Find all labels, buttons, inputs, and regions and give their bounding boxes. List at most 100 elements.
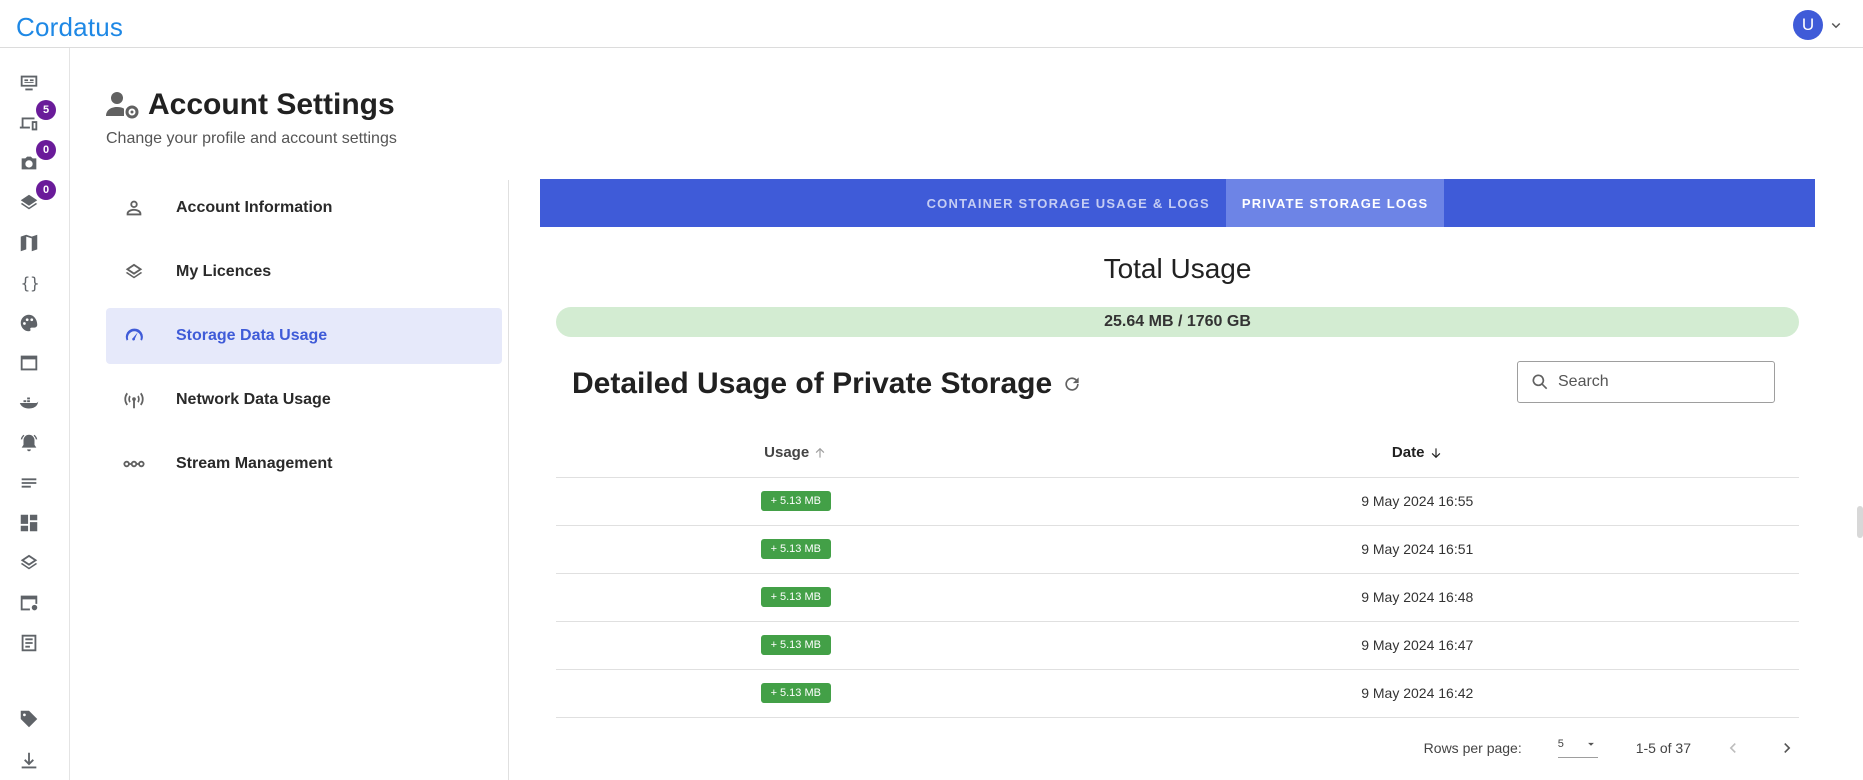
download-icon[interactable]: [16, 748, 42, 774]
nav-label: My Licences: [176, 263, 272, 280]
usage-value: 5.13 MB: [780, 639, 821, 651]
usage-cell: +5.13 MB: [556, 573, 1036, 622]
user-menu[interactable]: U: [1793, 10, 1845, 40]
palette-icon[interactable]: [16, 310, 42, 336]
date-cell: 9 May 2024 16:55: [1035, 477, 1799, 526]
storage-content: CONTAINER STORAGE USAGE & LOGS PRIVATE S…: [540, 179, 1815, 760]
layers-icon[interactable]: 0: [16, 180, 56, 216]
stack-icon[interactable]: [16, 550, 42, 576]
detail-title-text: Detailed Usage of Private Storage: [572, 367, 1053, 400]
column-header-date[interactable]: Date: [1035, 429, 1799, 478]
usage-value: 5.13 MB: [780, 495, 821, 507]
table-row: +5.13 MB 9 May 2024 16:47: [556, 621, 1799, 670]
lines-icon[interactable]: [16, 470, 42, 496]
table-row: +5.13 MB 9 May 2024 16:42: [556, 669, 1799, 718]
avatar[interactable]: U: [1793, 10, 1823, 40]
chevron-down-icon[interactable]: [1827, 16, 1845, 34]
nav-label: Storage Data Usage: [176, 327, 328, 344]
code-braces-icon[interactable]: {}: [16, 270, 42, 296]
tag-icon[interactable]: [16, 706, 42, 732]
nav-label: Account Information: [176, 199, 333, 216]
settings-nav: Account Information My Licences Storage …: [106, 180, 502, 500]
refresh-icon[interactable]: [1062, 374, 1082, 394]
usage-value: 5.13 MB: [780, 687, 821, 699]
page-range: 1-5 of 37: [1635, 739, 1691, 756]
tab-private-storage[interactable]: PRIVATE STORAGE LOGS: [1225, 179, 1445, 227]
nav-item-storage-data-usage[interactable]: Storage Data Usage: [106, 308, 502, 364]
usage-chip: +5.13 MB: [760, 539, 831, 559]
divider: [508, 180, 509, 780]
page-title: Account Settings: [148, 88, 395, 121]
dashboard-icon[interactable]: [16, 510, 42, 536]
search-field[interactable]: [1517, 361, 1775, 403]
search-input[interactable]: [1558, 373, 1758, 391]
plus-icon: +: [770, 639, 777, 651]
usage-chip: +5.13 MB: [760, 587, 831, 607]
plus-icon: +: [770, 591, 777, 603]
date-cell: 9 May 2024 16:47: [1035, 621, 1799, 670]
total-usage-value: 25.64 MB / 1760 GB: [1104, 313, 1251, 330]
rows-per-page-value: 5: [1557, 738, 1564, 750]
column-label: Date: [1391, 444, 1425, 462]
date-cell: 9 May 2024 16:42: [1035, 669, 1799, 718]
search-icon: [1532, 374, 1548, 390]
nav-item-account-information[interactable]: Account Information: [106, 180, 502, 236]
devices-icon[interactable]: 5: [16, 100, 56, 136]
arrow-up-icon: [816, 448, 825, 458]
page-subtitle: Change your profile and account settings: [106, 130, 397, 147]
date-cell: 9 May 2024 16:51: [1035, 525, 1799, 574]
monitor-icon[interactable]: [16, 70, 42, 96]
antenna-icon: [114, 389, 154, 411]
usage-chip: +5.13 MB: [760, 491, 831, 511]
devices-badge: 5: [36, 100, 56, 120]
usage-cell: +5.13 MB: [556, 525, 1036, 574]
page-header: Account Settings Change your profile and…: [106, 88, 397, 148]
dropdown-arrow-icon: [1587, 742, 1594, 746]
previous-page-button[interactable]: [1721, 736, 1745, 760]
column-label: Usage: [764, 444, 810, 462]
camera-icon[interactable]: 0: [16, 140, 56, 176]
stream-icon: [114, 453, 154, 475]
nav-label: Stream Management: [176, 455, 333, 472]
usage-value: 5.13 MB: [780, 591, 821, 603]
total-usage-title: Total Usage: [1103, 253, 1252, 284]
side-rail: 5 0 0 {}: [0, 48, 70, 780]
chevron-right-icon: [1784, 742, 1791, 753]
window-settings-icon[interactable]: [16, 590, 42, 616]
layers-badge: 0: [36, 180, 56, 200]
svg-text:{}: {}: [21, 275, 40, 293]
date-cell: 9 May 2024 16:48: [1035, 573, 1799, 622]
table-row: +5.13 MB 9 May 2024 16:51: [556, 525, 1799, 574]
camera-badge: 0: [36, 140, 56, 160]
rows-per-page-select[interactable]: 5: [1557, 737, 1598, 758]
detail-header: Detailed Usage of Private Storage: [540, 361, 1815, 429]
map-icon[interactable]: [16, 230, 42, 256]
arrow-down-icon: [1431, 448, 1440, 459]
brand-logo[interactable]: Cordatus: [16, 12, 123, 43]
speedometer-icon: [114, 325, 154, 347]
plus-icon: +: [770, 495, 777, 507]
next-page-button[interactable]: [1775, 736, 1799, 760]
usage-value: 5.13 MB: [780, 543, 821, 555]
total-usage-bar: 25.64 MB / 1760 GB: [556, 307, 1799, 337]
column-header-usage[interactable]: Usage: [556, 429, 1036, 478]
scrollbar-handle[interactable]: [1857, 506, 1863, 538]
plus-icon: +: [770, 687, 777, 699]
alarm-bell-icon[interactable]: [16, 430, 42, 456]
nav-label: Network Data Usage: [176, 391, 331, 408]
plus-icon: +: [770, 543, 777, 555]
top-bar: Cordatus U: [0, 0, 1863, 48]
account-settings-icon: [106, 92, 139, 119]
window-icon[interactable]: [16, 350, 42, 376]
nav-item-stream-management[interactable]: Stream Management: [106, 436, 502, 492]
table-row: +5.13 MB 9 May 2024 16:48: [556, 573, 1799, 622]
document-icon[interactable]: [16, 630, 42, 656]
nav-item-my-licences[interactable]: My Licences: [106, 244, 502, 300]
docker-icon[interactable]: [16, 390, 42, 416]
pagination: Rows per page: 5 1-5 of 37: [540, 736, 1799, 760]
usage-chip: +5.13 MB: [760, 635, 831, 655]
tab-container-storage[interactable]: CONTAINER STORAGE USAGE & LOGS: [911, 179, 1226, 227]
tab-bar: CONTAINER STORAGE USAGE & LOGS PRIVATE S…: [540, 179, 1815, 227]
nav-item-network-data-usage[interactable]: Network Data Usage: [106, 372, 502, 428]
usage-table: Usage Date +5.13 MB 9 May 2024 16:55 +5.…: [556, 429, 1799, 718]
